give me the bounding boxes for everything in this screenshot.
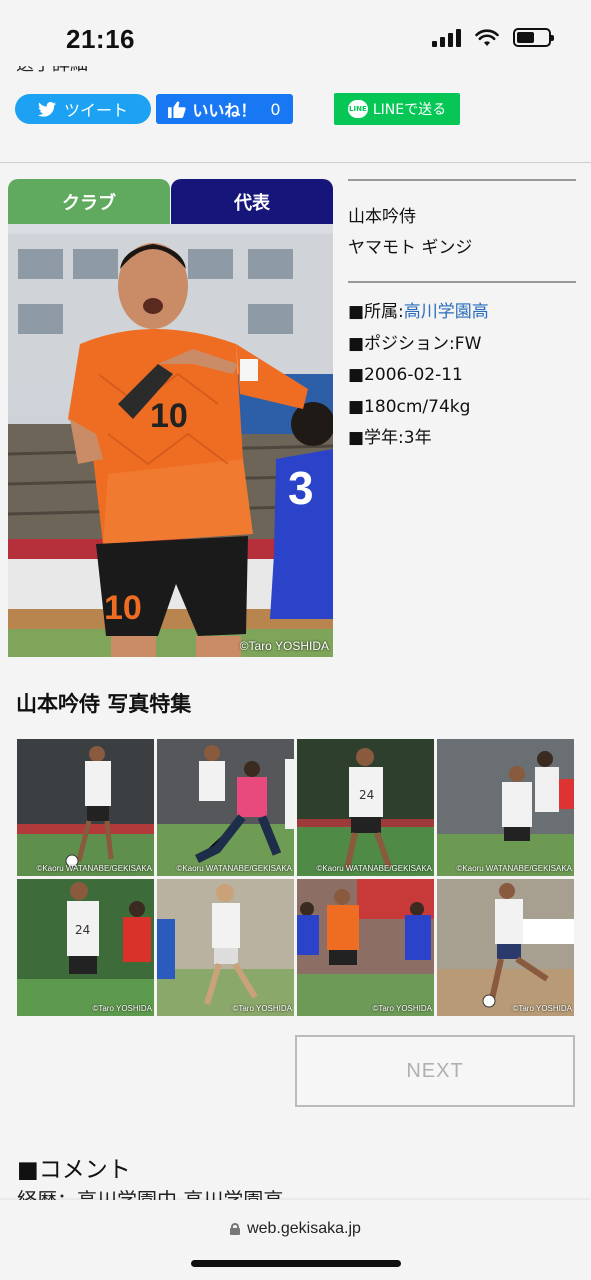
photo-gallery: ©Kaoru WATANABE/GEKISAKA ©Kaoru WATANABE… <box>17 739 575 1016</box>
jersey-number: 10 <box>150 397 188 435</box>
battery-icon <box>513 28 554 47</box>
like-button[interactable]: いいね！ 0 <box>156 94 293 124</box>
thumbs-up-icon <box>168 101 187 118</box>
player-name: 山本吟侍 <box>348 207 416 227</box>
comment-title: ■コメント <box>17 1157 131 1183</box>
page-title-partial: 選手詳細 <box>16 66 88 80</box>
gallery-credit: ©Taro YOSHIDA <box>232 1004 292 1013</box>
status-time: 21:16 <box>66 24 135 54</box>
url-text: web.gekisaka.jp <box>247 1220 361 1237</box>
grade-row: ■学年:3年 <box>348 428 432 448</box>
player-photo-illustration: 3 10 10 <box>8 224 333 657</box>
tab-club[interactable]: クラブ <box>8 179 170 224</box>
like-label: いいね！ <box>192 101 257 120</box>
twitter-bird-icon <box>37 101 56 117</box>
gallery-thumb[interactable]: ©Kaoru WATANABE/GEKISAKA <box>17 739 154 876</box>
gallery-credit: ©Kaoru WATANABE/GEKISAKA <box>456 864 572 873</box>
gallery-thumb[interactable]: ©Taro YOSHIDA <box>297 879 434 1016</box>
tab-national[interactable]: 代表 <box>171 179 333 224</box>
gallery-thumb[interactable]: 24 ©Kaoru WATANABE/GEKISAKA <box>297 739 434 876</box>
gallery-thumb[interactable]: 24 ©Taro YOSHIDA <box>17 879 154 1016</box>
svg-text:24: 24 <box>359 788 374 802</box>
divider <box>0 162 591 163</box>
line-share-button[interactable]: LINE LINEで送る <box>334 93 460 125</box>
status-icons <box>432 28 554 47</box>
tweet-button[interactable]: ツイート <box>15 94 151 124</box>
home-indicator[interactable] <box>191 1260 401 1267</box>
gallery-credit: ©Taro YOSHIDA <box>372 1004 432 1013</box>
gallery-credit: ©Kaoru WATANABE/GEKISAKA <box>316 864 432 873</box>
player-name-kana: ヤマモト ギンジ <box>348 238 473 258</box>
gallery-credit: ©Taro YOSHIDA <box>512 1004 572 1013</box>
like-count: 0 <box>270 99 281 119</box>
position-row: ■ポジション:FW <box>348 333 482 354</box>
gallery-credit: ©Kaoru WATANABE/GEKISAKA <box>36 864 152 873</box>
svg-text:24: 24 <box>75 923 90 937</box>
player-photo: 3 10 10 ©Taro YOSHIDA <box>8 224 333 657</box>
svg-text:10: 10 <box>104 589 142 627</box>
info-divider <box>348 281 576 283</box>
share-buttons: ツイート いいね！ 0 LINE LINEで送る <box>0 93 591 125</box>
next-button[interactable]: NEXT <box>295 1035 575 1107</box>
url-display[interactable]: web.gekisaka.jp <box>0 1220 591 1238</box>
gallery-thumb[interactable]: ©Kaoru WATANABE/GEKISAKA <box>437 739 574 876</box>
affiliation-row: ■所属:高川学園高 <box>348 302 489 322</box>
photo-credit: ©Taro YOSHIDA <box>239 639 329 653</box>
info-divider <box>348 179 576 181</box>
gallery-thumb[interactable]: ©Taro YOSHIDA <box>437 879 574 1016</box>
player-info: 山本吟侍 ヤマモト ギンジ ■所属:高川学園高 ■ポジション:FW ■2006-… <box>348 179 576 455</box>
status-bar: 21:16 <box>0 0 591 70</box>
size-row: ■180cm/74kg <box>348 396 471 417</box>
line-label: LINEで送る <box>372 102 447 118</box>
tweet-label: ツイート <box>63 101 128 120</box>
player-details: ■所属:高川学園高 ■ポジション:FW ■2006-02-11 ■180cm/7… <box>348 297 576 455</box>
gallery-thumb[interactable]: ©Taro YOSHIDA <box>157 879 294 1016</box>
svg-text:3: 3 <box>288 462 314 514</box>
gallery-credit: ©Kaoru WATANABE/GEKISAKA <box>176 864 292 873</box>
gallery-title: 山本吟侍 写真特集 <box>16 692 192 716</box>
line-icon: LINE <box>347 100 368 118</box>
gallery-credit: ©Taro YOSHIDA <box>92 1004 152 1013</box>
lock-icon <box>230 1223 241 1235</box>
wifi-icon <box>475 28 499 46</box>
cellular-signal-icon <box>432 28 461 47</box>
birthdate-row: ■2006-02-11 <box>348 365 463 385</box>
affiliation-link[interactable]: 高川学園高 <box>404 302 489 322</box>
gallery-thumb[interactable]: ©Kaoru WATANABE/GEKISAKA <box>157 739 294 876</box>
browser-address-bar[interactable]: web.gekisaka.jp <box>0 1200 591 1280</box>
